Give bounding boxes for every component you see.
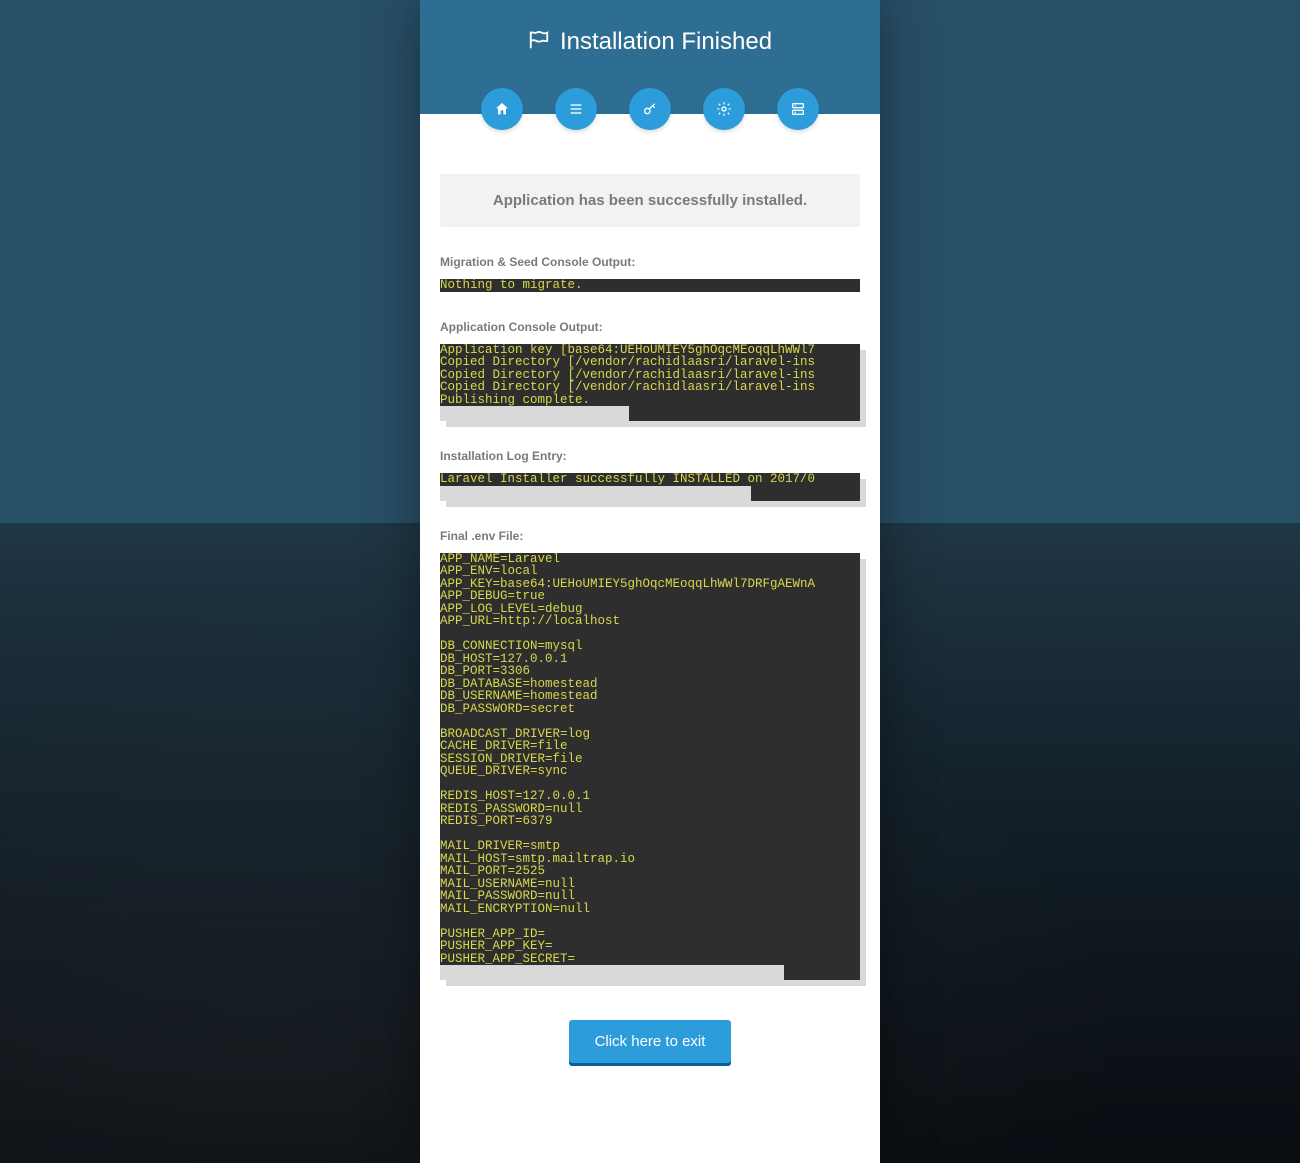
key-icon	[642, 101, 658, 117]
migration-output: Nothing to migrate.	[440, 279, 860, 292]
server-icon	[790, 101, 806, 117]
app-output: Application key [base64:UEHoUMIEY5ghOqcM…	[440, 344, 860, 422]
step-home[interactable]	[481, 88, 523, 130]
card-body: Application has been successfully instal…	[420, 114, 880, 1093]
log-entry-output: Laravel Installer successfully INSTALLED…	[440, 473, 860, 501]
step-indicator	[420, 88, 880, 130]
step-finish[interactable]	[777, 88, 819, 130]
installer-card: Installation Finished Application has be…	[420, 0, 880, 1163]
env-file-scrollbar[interactable]	[440, 965, 860, 980]
step-environment[interactable]	[703, 88, 745, 130]
step-requirements[interactable]	[555, 88, 597, 130]
app-output-text: Application key [base64:UEHoUMIEY5ghOqcM…	[440, 344, 860, 407]
log-entry-text: Laravel Installer successfully INSTALLED…	[440, 473, 860, 486]
app-output-scrollbar[interactable]	[440, 406, 860, 421]
list-icon	[568, 101, 584, 117]
card-header: Installation Finished	[420, 0, 880, 114]
flag-icon	[528, 29, 550, 56]
env-file-text: APP_NAME=Laravel APP_ENV=local APP_KEY=b…	[440, 553, 860, 966]
exit-button[interactable]: Click here to exit	[569, 1020, 732, 1063]
success-alert: Application has been successfully instal…	[440, 174, 860, 227]
migration-output-text: Nothing to migrate.	[440, 279, 860, 292]
page-title: Installation Finished	[560, 28, 772, 56]
app-output-label: Application Console Output:	[440, 320, 860, 334]
home-icon	[494, 101, 510, 117]
step-permissions[interactable]	[629, 88, 671, 130]
env-file-label: Final .env File:	[440, 529, 860, 543]
migration-label: Migration & Seed Console Output:	[440, 255, 860, 269]
env-file-output: APP_NAME=Laravel APP_ENV=local APP_KEY=b…	[440, 553, 860, 981]
log-entry-scrollbar[interactable]	[440, 486, 860, 501]
gear-icon	[716, 101, 732, 117]
log-entry-label: Installation Log Entry:	[440, 449, 860, 463]
